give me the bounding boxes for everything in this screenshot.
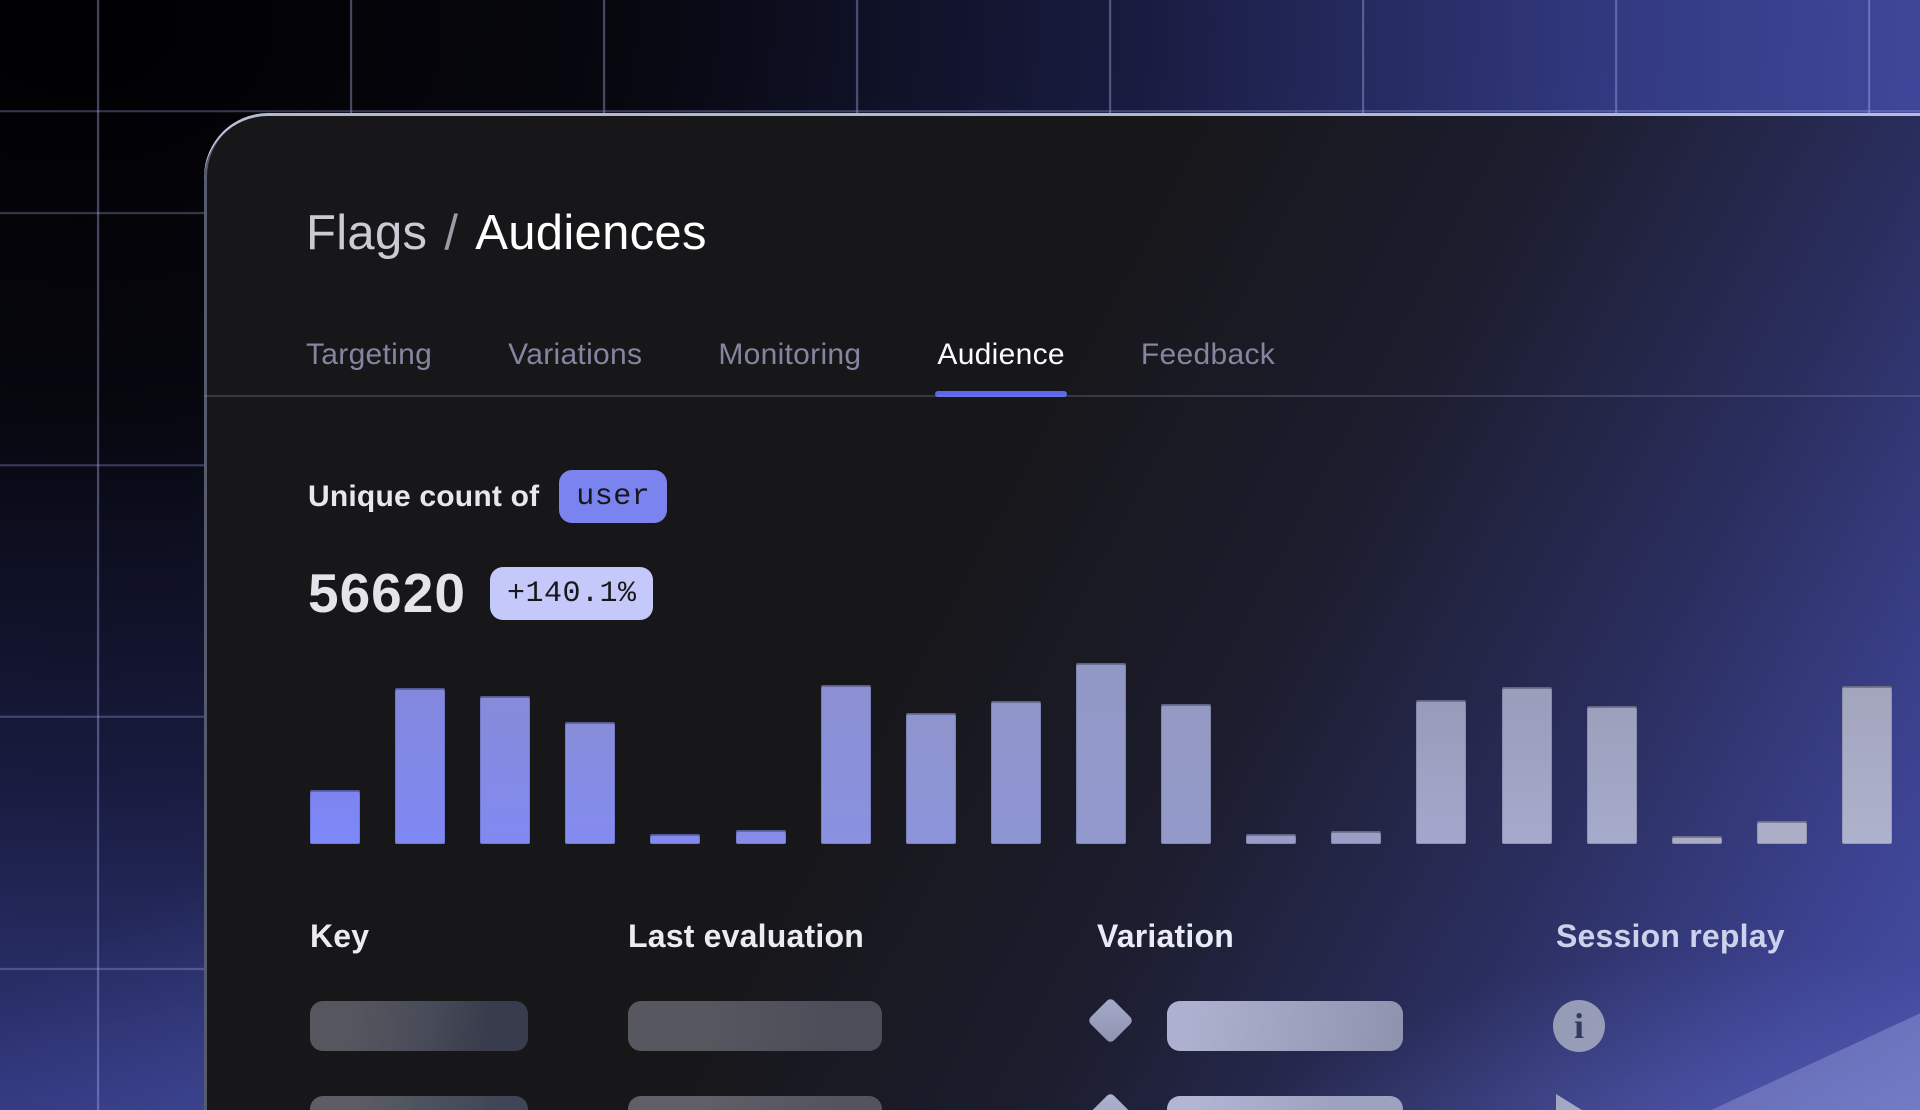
skeleton-variation-cell: [1167, 1096, 1403, 1110]
chart-bar: [1587, 706, 1637, 844]
chart-bar: [565, 722, 615, 844]
skeleton-last-evaluation-cell: [628, 1001, 882, 1051]
metric-value-row: 56620 +140.1%: [308, 561, 653, 625]
skeleton-variation-cell: [1167, 1001, 1403, 1051]
skeleton-key-cell: [310, 1096, 528, 1110]
metric-label: Unique count of: [308, 480, 539, 514]
entity-badge: user: [559, 470, 667, 523]
table-row: [204, 1096, 1920, 1110]
flags-audience-card: Flags / Audiences Targeting Variations M…: [204, 113, 1920, 1110]
column-header-variation: Variation: [1097, 918, 1234, 955]
breadcrumb: Flags / Audiences: [306, 205, 707, 261]
table-row: i: [204, 1001, 1920, 1051]
chart-bar: [480, 696, 530, 844]
chart-bar: [906, 713, 956, 844]
chart-bar: [1246, 834, 1296, 844]
metric-value: 56620: [308, 561, 466, 625]
chart-bar: [395, 688, 445, 844]
table-header-row: Key Last evaluation Variation Session re…: [204, 918, 1920, 958]
tab-targeting[interactable]: Targeting: [306, 338, 432, 397]
tab-audience[interactable]: Audience: [937, 338, 1065, 397]
column-header-last-evaluation: Last evaluation: [628, 918, 864, 955]
tab-variations[interactable]: Variations: [508, 338, 642, 397]
metric-label-row: Unique count of user: [308, 470, 667, 523]
tab-monitoring[interactable]: Monitoring: [718, 338, 861, 397]
page-title: Audiences: [475, 205, 707, 261]
chart-bar: [736, 830, 786, 844]
skeleton-key-cell: [310, 1001, 528, 1051]
chart-bar: [1331, 831, 1381, 844]
change-badge: +140.1%: [490, 567, 654, 620]
tab-bar-divider: [204, 395, 1920, 397]
chart-bar: [1757, 821, 1807, 844]
chart-bar: [1076, 663, 1126, 844]
tab-bar: Targeting Variations Monitoring Audience…: [306, 338, 1275, 397]
chart-bar: [1161, 704, 1211, 844]
chart-bar: [650, 834, 700, 844]
chart-bar: [821, 685, 871, 844]
chart-bar: [1842, 686, 1892, 844]
variation-diamond-icon: [1087, 997, 1134, 1044]
breadcrumb-flags-link[interactable]: Flags: [306, 205, 427, 261]
chart-bar: [991, 701, 1041, 844]
info-icon: i: [1553, 1000, 1605, 1052]
skeleton-last-evaluation-cell: [628, 1096, 882, 1110]
chart-bar: [310, 790, 360, 844]
screenshot-root: Flags / Audiences Targeting Variations M…: [0, 0, 1920, 1110]
chart-bar: [1416, 700, 1466, 844]
breadcrumb-separator: /: [444, 205, 458, 261]
audience-bar-chart: [310, 658, 1892, 844]
tab-audience-label: Audience: [937, 338, 1065, 371]
chart-bar: [1672, 836, 1722, 844]
column-header-key: Key: [310, 918, 369, 955]
column-header-session-replay: Session replay: [1556, 918, 1785, 955]
tab-feedback[interactable]: Feedback: [1141, 338, 1275, 397]
variation-diamond-icon: [1087, 1092, 1134, 1110]
chart-bar: [1502, 687, 1552, 844]
play-icon: [1556, 1094, 1598, 1110]
